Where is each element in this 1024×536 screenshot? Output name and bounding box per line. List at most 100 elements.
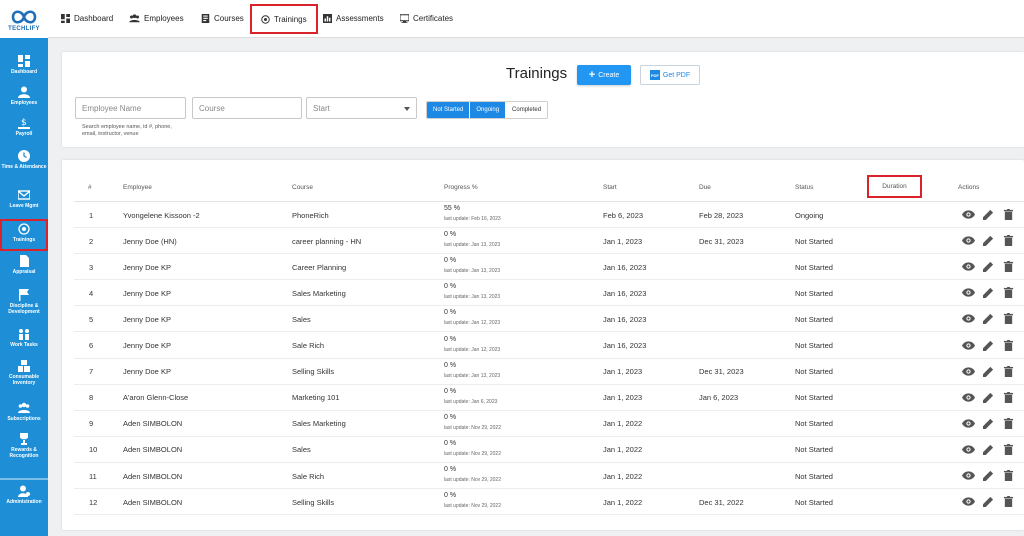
start-select[interactable]: Start xyxy=(306,97,417,119)
nav-tab-employees[interactable]: Employees xyxy=(129,0,184,36)
last-update: last update: Nov 29, 2022 xyxy=(444,477,501,483)
nav-tab-certificates[interactable]: Certificates xyxy=(400,0,453,36)
table-row: 6 Jenny Doe KP Sale Rich 0 % last update: Ja… xyxy=(74,333,1024,359)
column-header-progress[interactable]: Progress % xyxy=(444,184,478,191)
edit-icon[interactable] xyxy=(982,470,995,481)
edit-icon[interactable] xyxy=(982,340,995,351)
nav-tab-assessments[interactable]: Assessments xyxy=(323,0,384,36)
sidebar-item-dashboard[interactable]: Dashboard xyxy=(0,55,48,81)
progress-cell: 0 % last update: Nov 29, 2022 xyxy=(444,491,501,510)
column-header-start[interactable]: Start xyxy=(603,184,617,191)
column-header-employee[interactable]: Employee xyxy=(123,184,152,191)
edit-icon[interactable] xyxy=(982,496,995,508)
column-header-status[interactable]: Status xyxy=(795,184,813,191)
sidebar-item-time-attendance[interactable]: Time & Attendance xyxy=(0,150,48,182)
nav-tab-dashboard[interactable]: Dashboard xyxy=(61,0,113,36)
sidebar-item-work-tasks[interactable]: Work Tasks xyxy=(0,328,48,354)
table-row: 12 Aden SIMBOLON Selling Skills 0 % last upd… xyxy=(74,489,1024,516)
row-number: 10 xyxy=(89,445,98,455)
column-header-due[interactable]: Due xyxy=(699,184,711,191)
delete-icon[interactable] xyxy=(1002,417,1015,429)
column-header-duration[interactable]: Duration xyxy=(867,175,922,198)
edit-icon[interactable] xyxy=(982,392,995,403)
progress-cell: 0 % last update: Jan 13, 2023 xyxy=(444,230,500,249)
delete-icon[interactable] xyxy=(1002,391,1015,403)
employee-name: Yvongelene Kissoon -2 xyxy=(123,210,200,220)
view-icon[interactable] xyxy=(962,313,975,324)
start-date: Jan 1, 2022 xyxy=(603,497,643,507)
employee-name-input[interactable]: Employee Name xyxy=(75,97,186,119)
sidebar-item-appraisal[interactable]: Appraisal xyxy=(0,255,48,281)
create-button[interactable]: + Create xyxy=(577,65,631,85)
view-icon[interactable] xyxy=(962,444,975,455)
start-select-value: Start xyxy=(313,103,330,113)
sidebar-item-discipline[interactable]: Discipline & Development xyxy=(0,289,48,321)
delete-icon[interactable] xyxy=(1002,209,1015,220)
edit-icon[interactable] xyxy=(982,418,995,429)
start-date: Jan 1, 2023 xyxy=(603,393,643,403)
edit-icon[interactable] xyxy=(982,209,995,220)
delete-icon[interactable] xyxy=(1002,470,1015,481)
sidebar-item-subscriptions[interactable]: Subscriptions xyxy=(0,402,48,428)
progress-value: 0 % xyxy=(444,309,457,317)
edit-icon[interactable] xyxy=(982,261,995,273)
delete-icon[interactable] xyxy=(1002,261,1015,273)
edit-icon[interactable] xyxy=(982,444,995,455)
column-header-course[interactable]: Course xyxy=(292,184,313,191)
delete-icon[interactable] xyxy=(1002,443,1015,455)
sidebar-item-employees[interactable]: Employees xyxy=(0,86,48,112)
employee-name: Aden SIMBOLON xyxy=(123,497,183,507)
get-pdf-button[interactable]: PDF Get PDF xyxy=(640,65,700,85)
sidebar-item-leave-mgmt[interactable]: Leave Mgmt xyxy=(0,189,48,215)
nav-tab-courses[interactable]: Courses xyxy=(201,0,244,36)
row-actions xyxy=(962,339,1015,351)
delete-icon[interactable] xyxy=(1002,365,1015,377)
edit-icon[interactable] xyxy=(982,287,995,299)
sidebar-item-trainings[interactable]: Trainings xyxy=(0,219,48,251)
delete-icon[interactable] xyxy=(1002,496,1015,508)
edit-icon[interactable] xyxy=(982,366,995,377)
view-icon[interactable] xyxy=(962,209,975,220)
delete-icon[interactable] xyxy=(1002,235,1015,247)
progress-value: 0 % xyxy=(444,413,457,421)
due-date: Dec 31, 2023 xyxy=(699,236,744,246)
nav-tab-label: Courses xyxy=(214,13,244,23)
view-icon[interactable] xyxy=(962,418,975,429)
progress-cell: 0 % last update: Nov 29, 2022 xyxy=(444,465,501,484)
delete-icon[interactable] xyxy=(1002,287,1015,299)
sidebar-item-administration[interactable]: Administration xyxy=(0,485,48,511)
logo[interactable]: TECHLIFY xyxy=(0,0,48,38)
view-icon[interactable] xyxy=(962,340,975,351)
view-icon[interactable] xyxy=(962,235,975,246)
edit-icon[interactable] xyxy=(982,313,995,325)
delete-icon[interactable] xyxy=(1002,313,1015,325)
delete-icon[interactable] xyxy=(1002,339,1015,351)
view-icon[interactable] xyxy=(962,496,975,507)
table-row: 8 A'aron Glenn-Close Marketing 101 0 % last … xyxy=(74,385,1024,411)
view-icon[interactable] xyxy=(962,287,975,298)
status-filter-not-started[interactable]: Not Started xyxy=(427,102,471,118)
sidebar-item-payroll[interactable]: $ Payroll xyxy=(0,117,48,143)
nav-tab-trainings[interactable]: Trainings xyxy=(250,4,318,34)
start-date: Jan 1, 2022 xyxy=(603,445,643,455)
status-text: Not Started xyxy=(795,236,833,246)
view-icon[interactable] xyxy=(962,261,975,272)
view-icon[interactable] xyxy=(962,392,975,403)
column-header-num: # xyxy=(88,184,92,191)
edit-icon[interactable] xyxy=(982,235,995,247)
view-icon[interactable] xyxy=(962,470,975,481)
status-filter-completed[interactable]: Completed xyxy=(506,102,548,118)
last-update: last update: Nov 29, 2022 xyxy=(444,424,501,431)
table-row: 11 Aden SIMBOLON Sale Rich 0 % last update: … xyxy=(74,463,1024,489)
sidebar-item-label: Consumable Inventory xyxy=(8,374,39,386)
sidebar-item-rewards[interactable]: Rewards & Recognition xyxy=(0,433,48,465)
sidebar-item-consumable-inventory[interactable]: Consumable Inventory xyxy=(0,360,48,392)
nav-tab-label: Dashboard xyxy=(74,13,114,23)
status-filter-ongoing[interactable]: Ongoing xyxy=(470,102,507,118)
view-icon[interactable] xyxy=(962,366,975,377)
table-row: 9 Aden SIMBOLON Sales Marketing 0 % last upd… xyxy=(74,411,1024,437)
sidebar-divider xyxy=(0,478,48,480)
course-input[interactable]: Course xyxy=(192,97,302,119)
employee-name: Jenny Doe KP xyxy=(123,262,171,272)
status-text: Not Started xyxy=(795,288,833,298)
